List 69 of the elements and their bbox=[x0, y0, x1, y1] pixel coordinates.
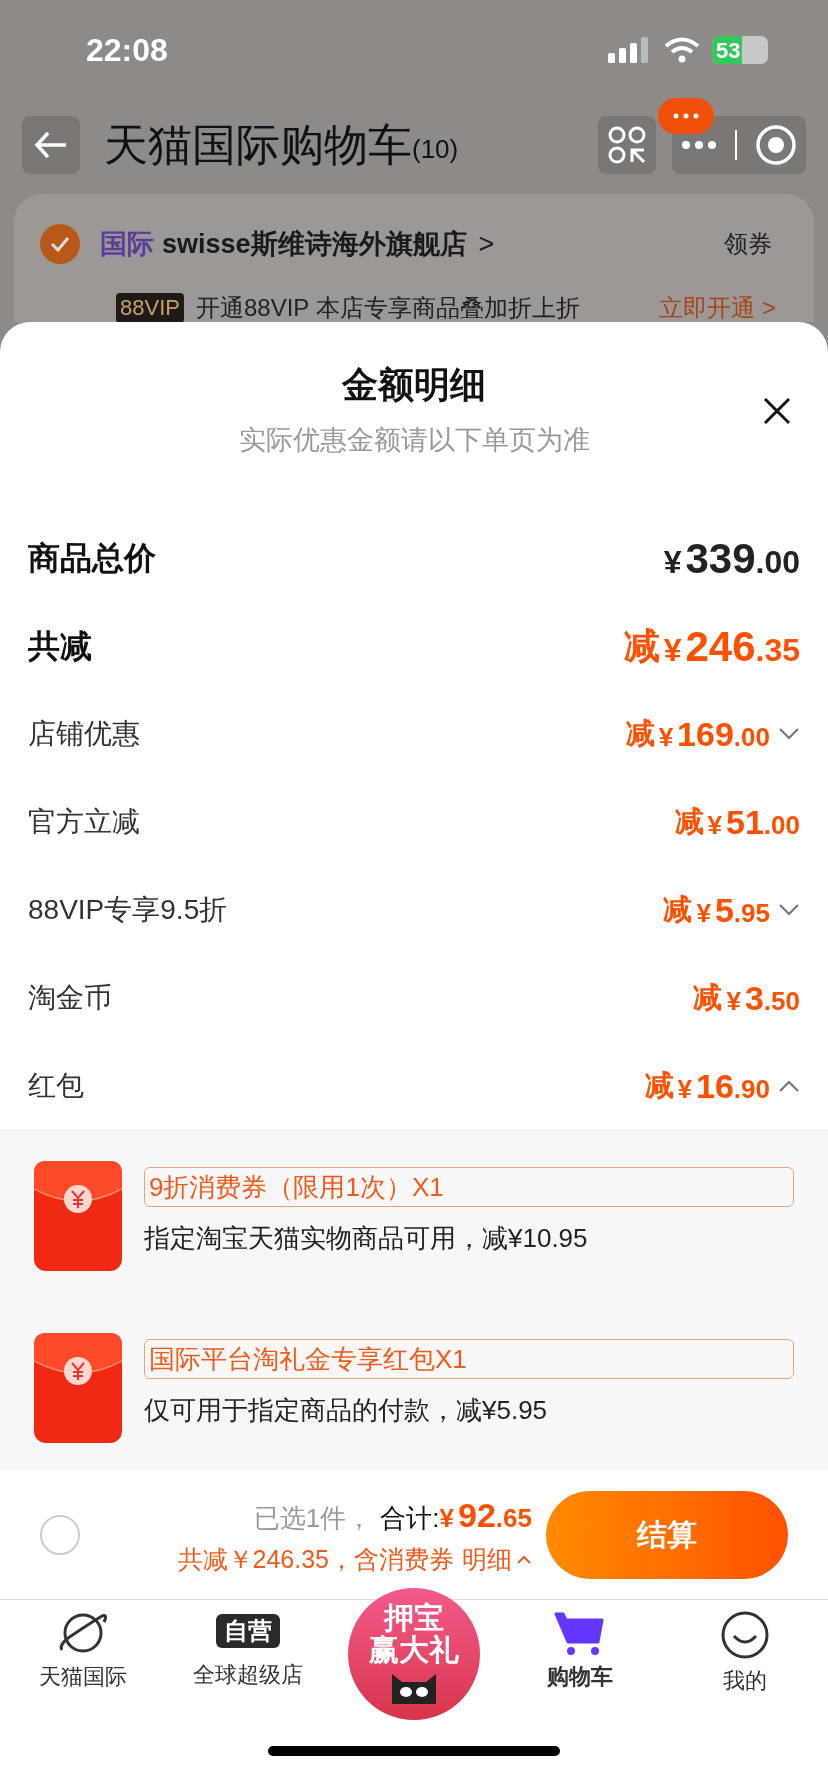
store-chevron[interactable]: > bbox=[478, 223, 495, 265]
row-label: 商品总价 bbox=[28, 539, 156, 578]
total-label: 合计: bbox=[380, 1502, 440, 1536]
status-time: 22:08 bbox=[86, 31, 168, 70]
promo-badge[interactable]: 押宝 赢大礼 bbox=[348, 1588, 480, 1720]
envelope-icon bbox=[34, 1333, 122, 1443]
row-label: 店铺优惠 bbox=[28, 717, 140, 751]
wifi-icon bbox=[664, 37, 700, 63]
amount: ¥339.00 bbox=[663, 533, 800, 584]
coupon-link[interactable]: 领券 bbox=[724, 226, 772, 262]
sheet-title: 金额明细 bbox=[342, 363, 486, 407]
coupon-title: 国际平台淘礼金专享红包X1 bbox=[144, 1339, 794, 1379]
chevron-down-icon[interactable] bbox=[778, 903, 800, 917]
sheet-subtitle: 实际优惠金额请以下单页为准 bbox=[238, 424, 590, 457]
chevron-up-icon[interactable] bbox=[778, 1079, 800, 1093]
vip-badge: 88VIP bbox=[116, 293, 184, 322]
more-icon[interactable] bbox=[681, 140, 717, 150]
store-checkbox[interactable] bbox=[40, 224, 80, 264]
tab-item[interactable]: 我的 bbox=[662, 1610, 828, 1697]
chevron-down-icon[interactable] bbox=[778, 727, 800, 741]
row-label: 共减 bbox=[28, 627, 92, 666]
row-label: 红包 bbox=[28, 1069, 84, 1103]
coupon-title: 9折消费券（限用1次）X1 bbox=[144, 1167, 794, 1207]
discount-prefix: 减 bbox=[644, 1068, 674, 1104]
self-operated-badge: 自营 bbox=[216, 1614, 281, 1648]
page-title: 天猫国际购物车 bbox=[104, 119, 412, 171]
selected-count: 已选1件， bbox=[253, 1502, 373, 1536]
savings-text: 共减￥246.35，含消费券 bbox=[177, 1544, 454, 1576]
amount: ¥5.95 bbox=[696, 889, 770, 931]
tab-item[interactable]: 天猫国际 bbox=[0, 1610, 166, 1693]
chevron-up-icon bbox=[516, 1555, 532, 1565]
discount-prefix: 减 bbox=[625, 716, 655, 752]
close-icon bbox=[763, 397, 791, 425]
scan-icon bbox=[608, 126, 646, 164]
coupon-description: 指定淘宝天猫实物商品可用，减¥10.95 bbox=[144, 1222, 589, 1255]
store-name[interactable]: swisse斯维诗海外旗舰店 bbox=[162, 223, 467, 265]
discount-prefix: 减 bbox=[693, 980, 723, 1016]
amount: ¥51.00 bbox=[707, 801, 800, 843]
row-label: 官方立减 bbox=[28, 805, 140, 839]
discount-prefix: 减 bbox=[663, 892, 693, 928]
row-label: 淘金币 bbox=[28, 981, 112, 1015]
amount: ¥92.65 bbox=[439, 1495, 532, 1537]
row-label: 88VIP专享9.5折 bbox=[28, 893, 228, 927]
envelope-icon bbox=[34, 1161, 122, 1271]
amount: ¥3.50 bbox=[726, 977, 800, 1019]
discount-prefix: 减 bbox=[674, 804, 704, 840]
discount-prefix: 减 bbox=[623, 624, 660, 668]
shopping-cart-icon bbox=[553, 1610, 606, 1656]
battery-indicator: 53 bbox=[712, 36, 768, 64]
cart-count: (10) bbox=[412, 132, 459, 166]
details-link[interactable]: 明细 bbox=[462, 1541, 532, 1579]
dots-icon bbox=[673, 113, 699, 119]
qr-scan-button[interactable] bbox=[598, 116, 656, 174]
amount: ¥16.90 bbox=[677, 1065, 770, 1107]
record-icon[interactable] bbox=[755, 124, 797, 166]
promo-text: 赢大礼 bbox=[369, 1634, 459, 1666]
select-all-checkbox[interactable] bbox=[40, 1514, 80, 1555]
tab-item[interactable]: 自营 全球超级店 bbox=[165, 1610, 332, 1691]
tab-item[interactable]: 购物车 bbox=[496, 1610, 663, 1693]
amount: ¥246.35 bbox=[663, 621, 800, 672]
back-button[interactable] bbox=[22, 116, 80, 174]
vip-promo-text: 开通88VIP 本店专享商品叠加折上折 bbox=[195, 293, 580, 322]
back-arrow-icon bbox=[34, 131, 68, 159]
amount: ¥169.00 bbox=[658, 713, 770, 755]
coupon-description: 仅可用于指定商品的付款，减¥5.95 bbox=[144, 1394, 549, 1427]
promo-text: 押宝 bbox=[384, 1602, 444, 1634]
check-icon bbox=[50, 236, 70, 252]
smiley-icon bbox=[720, 1610, 771, 1660]
store-tag: 国际 bbox=[100, 223, 154, 265]
